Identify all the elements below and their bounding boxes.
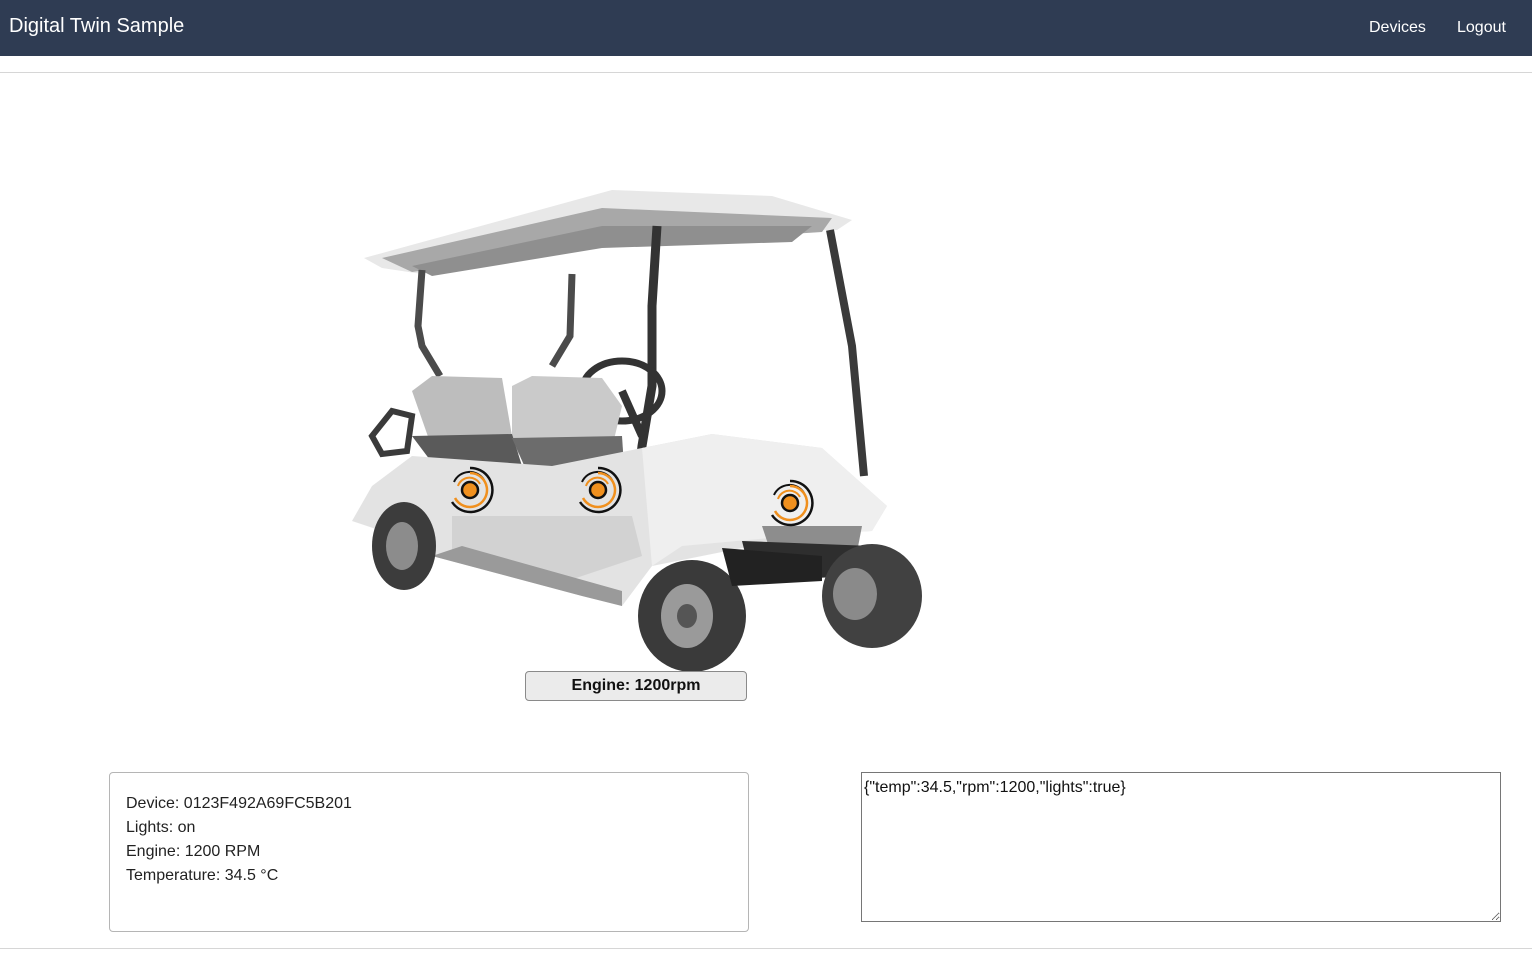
golf-cart-image <box>352 186 922 672</box>
device-info-panel: Device: 0123F492A69FC5B201 Lights: on En… <box>109 772 749 932</box>
nav-logout-link[interactable]: Logout <box>1457 19 1506 37</box>
bottom-divider <box>0 948 1532 949</box>
rear-seat-hotspot[interactable] <box>446 466 494 514</box>
target-icon <box>578 466 622 514</box>
lights-status-text: Lights: on <box>126 819 196 836</box>
device-id-text: Device: 0123F492A69FC5B201 <box>126 795 352 812</box>
front-seat-hotspot[interactable] <box>574 466 622 514</box>
temperature-text: Temperature: 34.5 °C <box>126 867 279 884</box>
brand-link[interactable]: Digital Twin Sample <box>9 15 184 38</box>
top-divider <box>0 72 1532 73</box>
nav-devices-link[interactable]: Devices <box>1369 19 1426 37</box>
target-icon <box>770 479 814 527</box>
hood-hotspot[interactable] <box>766 479 814 527</box>
navbar: Digital Twin Sample Devices Logout <box>0 0 1532 56</box>
telemetry-json-textarea[interactable]: {"temp":34.5,"rpm":1200,"lights":true} <box>861 772 1501 922</box>
target-icon <box>450 466 494 514</box>
engine-status-text: Engine: 1200 RPM <box>126 843 261 860</box>
engine-status-label: Engine: 1200rpm <box>525 671 747 701</box>
